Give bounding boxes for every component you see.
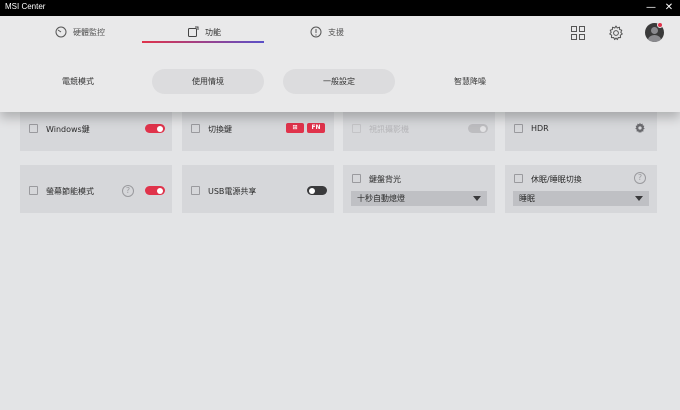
usb-icon [191, 186, 200, 195]
fn-segment-button[interactable]: FN [307, 123, 325, 133]
monitor-icon [29, 186, 38, 195]
card-label: USB電源共享 [208, 187, 257, 196]
screen-power-saving-toggle[interactable] [145, 186, 165, 195]
active-tab-indicator [142, 41, 264, 43]
keyboard-icon [352, 174, 361, 183]
card-keyboard-backlight: 鍵盤背光 十秒自動熄燈 [343, 165, 495, 213]
usb-power-share-toggle[interactable] [307, 186, 327, 195]
chevron-down-icon [635, 196, 643, 201]
minimize-button[interactable]: — [644, 1, 658, 15]
tab-support[interactable]: 支援 [310, 22, 344, 42]
windows-segment-button[interactable]: ⊞ [286, 123, 304, 133]
card-label: 休眠/睡眠切換 [531, 175, 582, 184]
card-label: 視訊攝影機 [369, 125, 409, 134]
windows-key-icon [29, 124, 38, 133]
top-panel: 硬體監控 功能 支援 電競模式 使用情境 一般設定 智慧降噪 [0, 16, 680, 112]
webcam-toggle [468, 124, 488, 133]
subtab-gaming-mode[interactable]: 電競模式 [36, 69, 120, 94]
chevron-down-icon [473, 196, 481, 201]
keyboard-backlight-select[interactable]: 十秒自動熄燈 [351, 191, 487, 206]
window-title: MSI Center [5, 2, 46, 11]
gear-icon[interactable] [634, 122, 646, 134]
subtab-general-settings[interactable]: 一般設定 [283, 69, 395, 94]
card-label: 螢幕節能模式 [46, 187, 94, 196]
card-sleep-switch: 休眠/睡眠切換 ? 睡眠 [505, 165, 657, 213]
gear-icon[interactable] [608, 25, 624, 41]
help-icon[interactable]: ? [634, 172, 646, 184]
hdr-icon [514, 124, 523, 133]
notification-dot [657, 22, 663, 28]
sleep-mode-select[interactable]: 睡眠 [513, 191, 649, 206]
camera-icon [352, 124, 361, 133]
tab-label: 功能 [205, 27, 221, 37]
support-icon [310, 26, 322, 38]
card-screen-power-saving: 螢幕節能模式 ? [20, 165, 172, 213]
feature-icon [188, 26, 199, 37]
tab-label: 支援 [328, 27, 344, 37]
sleep-icon [514, 174, 523, 183]
grid-icon[interactable] [570, 25, 586, 41]
select-value: 睡眠 [519, 194, 535, 203]
title-bar: MSI Center — ✕ [0, 0, 680, 16]
subtab-user-scenario[interactable]: 使用情境 [152, 69, 264, 94]
subtab-noise-cancellation[interactable]: 智慧降噪 [428, 69, 512, 94]
tab-features[interactable]: 功能 [187, 22, 221, 42]
help-icon[interactable]: ? [122, 185, 134, 197]
tab-hardware-monitor[interactable]: 硬體監控 [55, 22, 105, 42]
windows-key-toggle[interactable] [145, 124, 165, 133]
close-button[interactable]: ✕ [662, 1, 676, 15]
card-label: 鍵盤背光 [369, 175, 401, 184]
card-label: Windows鍵 [46, 125, 90, 134]
select-value: 十秒自動熄燈 [357, 194, 405, 203]
card-label: 切換鍵 [208, 125, 232, 134]
tab-label: 硬體監控 [73, 27, 105, 37]
gauge-icon [55, 26, 67, 38]
swap-key-icon [191, 124, 200, 133]
card-usb-power-share: USB電源共享 [182, 165, 334, 213]
card-label: HDR [531, 124, 549, 133]
